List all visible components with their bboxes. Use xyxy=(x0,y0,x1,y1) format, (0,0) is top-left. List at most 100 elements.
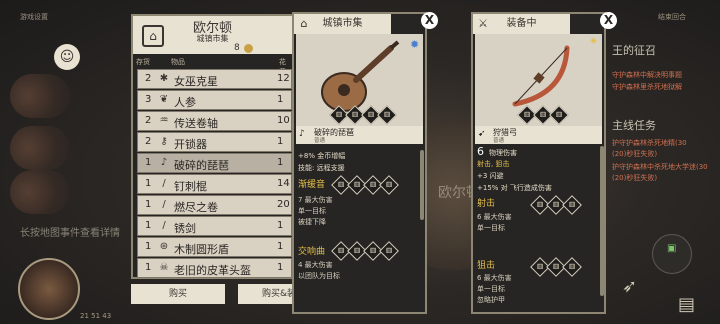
item-name: 燃尽之卷 xyxy=(174,201,218,214)
coin-icon xyxy=(244,44,253,53)
shop-item-row[interactable]: 3 ❦ 人参 1 xyxy=(137,90,292,110)
column-stock: 存货 xyxy=(136,58,150,66)
buy-button[interactable]: 购买 xyxy=(131,284,225,304)
skill-detail: 单一目标 xyxy=(477,285,505,293)
shop-item-row[interactable]: 1 / 锈剑 1 xyxy=(137,216,292,236)
settings-gear-icon[interactable]: ✹ xyxy=(410,38,419,51)
book-icon[interactable]: ▤ xyxy=(678,294,695,315)
dice-icon: ⚅ xyxy=(379,175,399,195)
settings-link[interactable]: 游戏设置 xyxy=(20,12,48,22)
item-price: 1 xyxy=(277,94,284,105)
item-name: 人参 xyxy=(174,96,196,109)
skill-title: 交响曲 xyxy=(298,247,326,257)
shop-item-row[interactable]: 2 ♒ 传送卷轴 10 xyxy=(137,111,292,131)
item-qty: 2 xyxy=(145,136,152,147)
skill-detail: 以团队为目标 xyxy=(298,272,340,280)
backpack-button[interactable]: ▣ xyxy=(652,234,692,274)
quest-line: 护守护森林中杀死地大学迷(30 xyxy=(612,163,708,171)
shop-item-row[interactable]: 1 / 钉刺棍 14 xyxy=(137,174,292,194)
item-name-bar: ➹ 狩猎弓 普通 xyxy=(475,126,602,144)
close-icon[interactable]: X xyxy=(600,12,617,29)
item-qty: 1 xyxy=(145,157,152,168)
quest-line: (20)秒狂失败) xyxy=(612,150,658,158)
party-portrait[interactable] xyxy=(10,170,70,214)
skill-detail: 4 最大伤害 xyxy=(298,261,333,269)
scroll-icon: ♒ xyxy=(159,115,169,126)
buy-equip-button[interactable]: 购买&装备 xyxy=(238,284,294,304)
party-portrait[interactable] xyxy=(10,74,70,118)
item-name: 传送卷轴 xyxy=(174,117,218,130)
skill-detail: 被捷下降 xyxy=(298,218,326,226)
item-qty: 1 xyxy=(145,178,152,189)
bow-small-icon: ➹ xyxy=(478,129,486,139)
lockpick-icon: ⚷ xyxy=(160,136,168,147)
equip-slot-icon: ⚔ xyxy=(478,17,488,30)
item-qty: 2 xyxy=(145,115,152,126)
quest-line: 守护森林中解决明事题 xyxy=(612,71,682,79)
shop-item-list: 2 ✱ 女巫克星 12 3 ❦ 人参 1 2 ♒ 传送卷轴 10 2 ⚷ 开锁器 1 1 ♪ 破碎的琵琶 1 … xyxy=(137,69,292,279)
close-icon[interactable]: X xyxy=(421,12,438,29)
item-price: 1 xyxy=(277,157,284,168)
item-price: 10 xyxy=(277,115,290,126)
herb-icon: ✱ xyxy=(159,73,169,84)
item-qty: 1 xyxy=(145,199,152,210)
item-price: 1 xyxy=(277,262,284,273)
shop-item-row-selected[interactable]: 1 ♪ 破碎的琵琶 1 xyxy=(137,153,292,173)
scrollbar[interactable] xyxy=(600,146,604,296)
shield-icon: ⊛ xyxy=(159,241,169,252)
quest-line: 护守护森林杀死地精(30 xyxy=(612,139,687,147)
hero-stats: 21 51 43 xyxy=(80,312,112,320)
skill-detail: 7 最大伤害 xyxy=(298,196,333,204)
skill-title: 渐缓音 xyxy=(298,180,326,190)
club-icon: / xyxy=(162,178,166,189)
lute-small-icon: ♪ xyxy=(299,129,305,139)
dice-icon: ⚅ xyxy=(562,257,582,277)
item-name: 钉刺棍 xyxy=(174,180,207,193)
dodge-bonus: +3 闪避 xyxy=(477,172,504,180)
equipped-badge-icon: ◈ xyxy=(590,36,597,46)
party-portrait[interactable] xyxy=(10,126,70,170)
shop-item-row[interactable]: 1 ⊛ 木制圆形盾 1 xyxy=(137,237,292,257)
flying-bonus: +15% 对 飞行造成伤害 xyxy=(477,184,552,192)
quest-line: (20)秒狂失败) xyxy=(612,174,658,182)
dice-icon: ⚅ xyxy=(379,241,399,261)
column-item: 物品 xyxy=(171,58,185,66)
skill-detail: 单一目标 xyxy=(298,207,326,215)
quest-line: 守护森林里杀死地狱解 xyxy=(612,83,682,91)
item-qty: 1 xyxy=(145,241,152,252)
item-name: 开锁器 xyxy=(174,138,207,151)
item-name: 破碎的琵琶 xyxy=(174,159,229,172)
item-qty: 1 xyxy=(145,220,152,231)
end-turn-link[interactable]: 结束回合 xyxy=(658,12,686,22)
item-qty: 3 xyxy=(145,94,152,105)
shop-item-row[interactable]: 1 ☠ 老旧的皮革头盔 1 xyxy=(137,258,292,278)
backpack-icon: ▣ xyxy=(667,243,677,254)
quest-section-title: 主线任务 xyxy=(612,119,656,132)
shop-item-row[interactable]: 2 ⚷ 开锁器 1 xyxy=(137,132,292,152)
dice-icon: ⚅ xyxy=(562,195,582,215)
skill-line: 技能: 远程支援 xyxy=(298,164,345,172)
scrollbar[interactable] xyxy=(420,150,424,220)
skill-list: 射击, 狙击 xyxy=(477,160,510,168)
gold-bonus: +8% 金币增幅 xyxy=(298,152,346,160)
run-icon[interactable]: ➶ xyxy=(622,276,637,297)
root-icon: ❦ xyxy=(159,94,169,105)
item-rarity: 普通 xyxy=(314,138,326,144)
item-name: 老旧的皮革头盔 xyxy=(174,264,251,277)
shop-header: ⌂ 欧尔顿 城镇市集 8 xyxy=(133,16,292,54)
item-qty: 1 xyxy=(145,262,152,273)
skill-detail: 单一目标 xyxy=(477,224,505,232)
shop-item-row[interactable]: 2 ✱ 女巫克星 12 xyxy=(137,69,292,89)
hero-portrait[interactable] xyxy=(18,258,80,320)
skill-detail: 6 最大伤害 xyxy=(477,213,512,221)
user-icon[interactable]: ☺ xyxy=(54,44,80,70)
item-name-bar: ♪ 破碎的琵琶 普通 xyxy=(296,126,423,144)
quest-title: 王的征召 xyxy=(612,44,656,57)
shop-item-row[interactable]: 1 / 燃尽之卷 20 xyxy=(137,195,292,215)
item-qty: 2 xyxy=(145,73,152,84)
lute-icon: ♪ xyxy=(160,157,168,168)
item-price: 1 xyxy=(277,136,284,147)
skill-detail: 6 最大伤害 xyxy=(477,274,512,282)
damage-value: 6 xyxy=(477,145,484,158)
item-rarity: 普通 xyxy=(493,138,505,144)
